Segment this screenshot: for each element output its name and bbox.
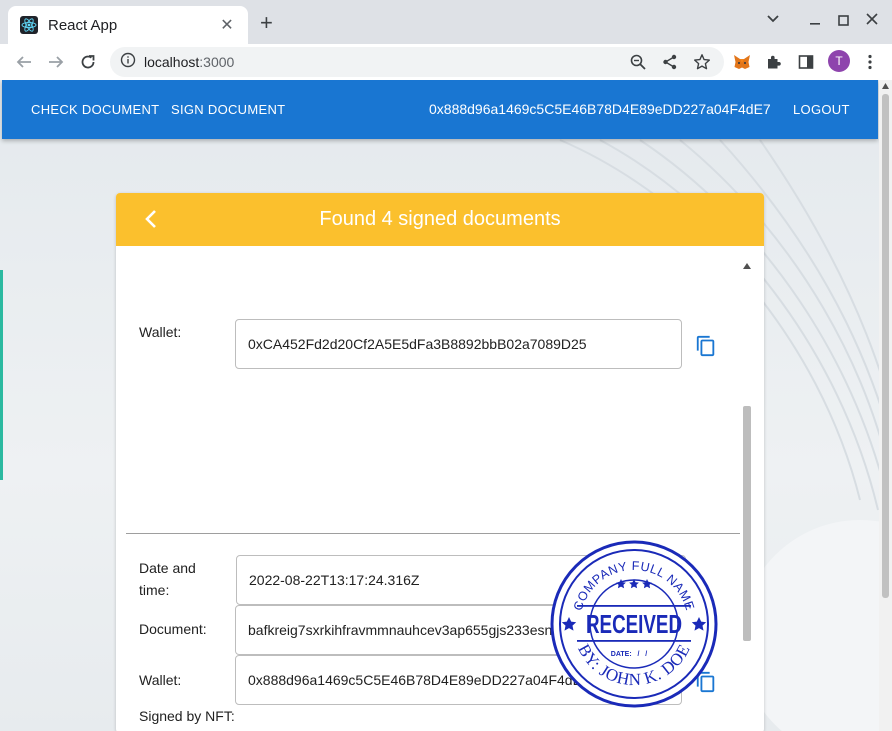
page-scroll-up-icon[interactable]	[882, 83, 889, 89]
maximize-icon[interactable]	[838, 14, 850, 32]
stamp-date-text: DATE: / /	[611, 651, 647, 658]
sign-document-link[interactable]: SIGN DOCUMENT	[171, 102, 285, 117]
zoom-icon[interactable]	[628, 52, 648, 72]
check-document-link[interactable]: CHECK DOCUMENT	[31, 102, 159, 117]
browser-toolbar: localhost:3000 T	[0, 44, 892, 80]
logout-button[interactable]: LOGOUT	[793, 102, 850, 117]
card-header: Found 4 signed documents	[116, 193, 764, 246]
react-favicon-icon	[20, 16, 38, 34]
avatar[interactable]: T	[828, 50, 850, 72]
back-arrow-icon[interactable]	[12, 50, 36, 74]
metamask-icon[interactable]	[732, 52, 752, 72]
tab-bar: React App ✕ +	[0, 0, 892, 44]
close-window-icon[interactable]	[866, 12, 878, 31]
wallet-label: Wallet:	[139, 672, 182, 688]
scroll-up-arrow-icon[interactable]	[743, 263, 751, 269]
browser-tab[interactable]: React App ✕	[8, 6, 248, 44]
app-header: CHECK DOCUMENT SIGN DOCUMENT 0x888d96a14…	[2, 80, 878, 139]
extensions-icon[interactable]	[764, 52, 784, 72]
star-icon[interactable]	[692, 52, 712, 72]
list-scrollbar[interactable]	[739, 261, 755, 731]
signed-by-nft-label: Signed by NFT:	[139, 708, 235, 724]
reload-icon[interactable]	[76, 50, 100, 74]
nft-stamp-image: COMPANY FULL NAME BY: JOHN K. DOE RECEIV…	[550, 540, 718, 708]
documents-list: Wallet: 0xCA452Fd2d20Cf2A5E5dFa3B8892bbB…	[116, 246, 764, 731]
page-viewport: CHECK DOCUMENT SIGN DOCUMENT 0x888d96a14…	[0, 80, 892, 731]
scroll-thumb[interactable]	[743, 406, 751, 641]
document-label: Document:	[139, 621, 207, 637]
card-title: Found 4 signed documents	[319, 208, 561, 230]
avatar-initial: T	[835, 54, 843, 68]
url-text: localhost:3000	[144, 54, 235, 70]
side-panel-icon[interactable]	[796, 52, 816, 72]
wallet-field[interactable]: 0xCA452Fd2d20Cf2A5E5dFa3B8892bbB02a7089D…	[235, 319, 682, 369]
minimize-icon[interactable]	[809, 12, 821, 31]
chevron-down-icon[interactable]	[766, 12, 780, 31]
more-icon[interactable]	[860, 52, 880, 72]
stamp-main-text: RECEIVED	[586, 609, 682, 639]
share-icon[interactable]	[660, 52, 680, 72]
close-icon[interactable]: ✕	[218, 15, 236, 35]
date-label: Date and time:	[139, 560, 196, 598]
tab-title: React App	[48, 16, 118, 34]
signed-documents-card: Found 4 signed documents Wallet: 0xCA452…	[116, 193, 764, 731]
account-address: 0x888d96a1469c5C5E46B78D4E89eDD227a04F4d…	[429, 101, 771, 117]
page-scroll-thumb[interactable]	[882, 94, 889, 598]
entry-divider	[126, 533, 740, 534]
copy-icon[interactable]	[694, 334, 718, 358]
back-chevron-icon[interactable]	[140, 207, 164, 231]
info-icon[interactable]	[120, 52, 136, 73]
plus-icon[interactable]: +	[260, 12, 273, 34]
forward-arrow-icon[interactable]	[44, 50, 68, 74]
page-scrollbar[interactable]	[879, 80, 892, 731]
wallet-label: Wallet:	[139, 324, 182, 340]
